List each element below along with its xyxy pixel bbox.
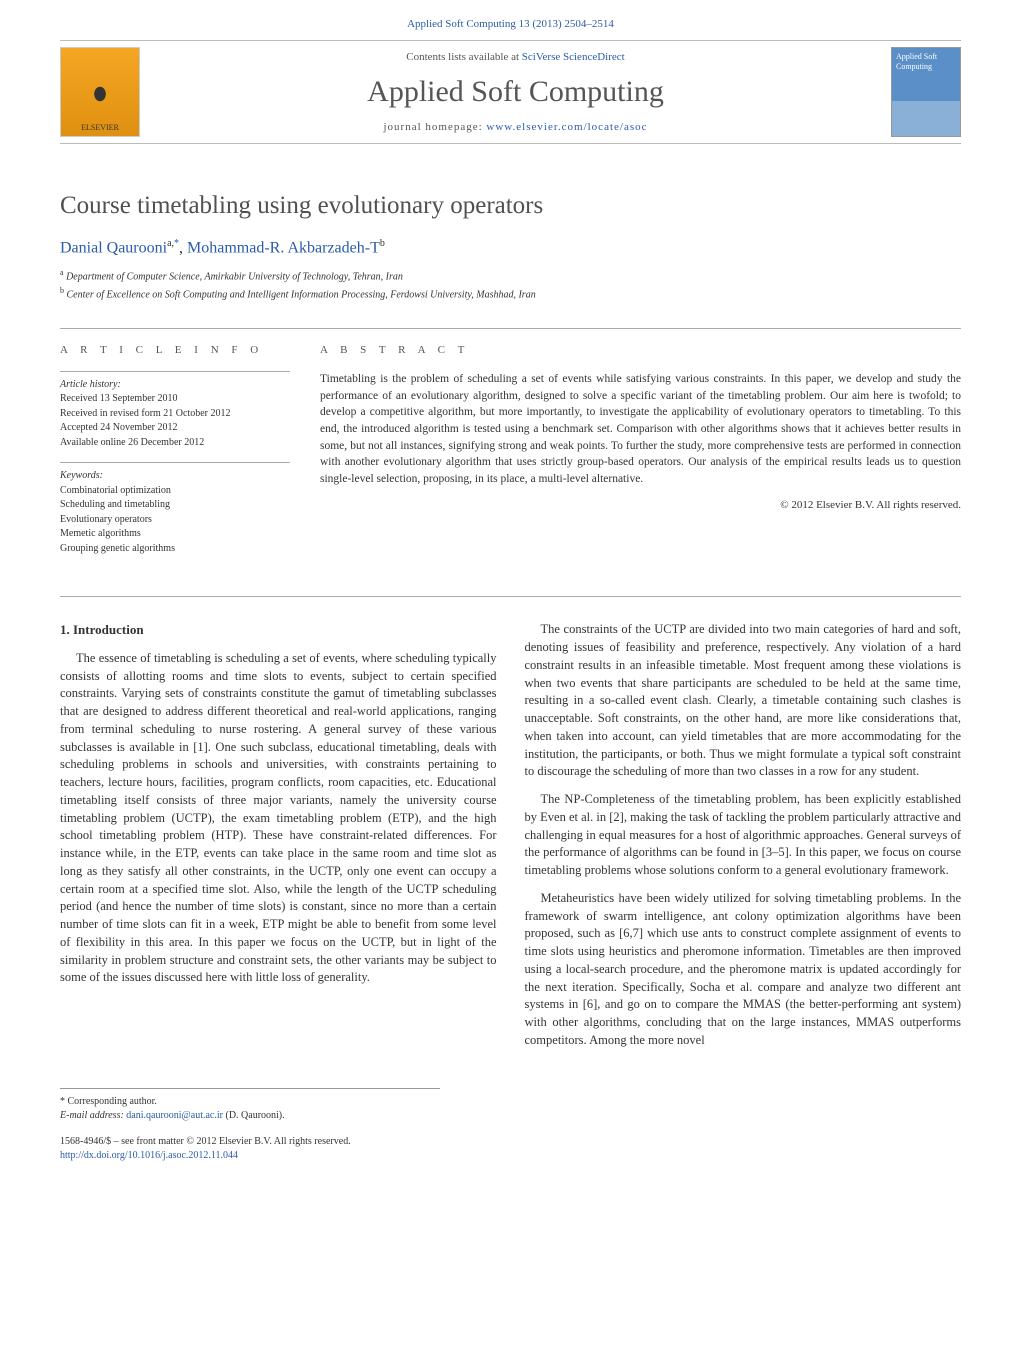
- email-line: E-mail address: dani.qaurooni@aut.ac.ir …: [60, 1109, 440, 1123]
- intro-paragraph-4: Metaheuristics have been widely utilized…: [525, 890, 962, 1050]
- article-info-heading: a r t i c l e i n f o: [60, 343, 290, 359]
- cover-text: Applied Soft Computing: [896, 52, 937, 71]
- contents-line: Contents lists available at SciVerse Sci…: [140, 51, 891, 63]
- affiliations: a Department of Computer Science, Amirka…: [60, 267, 961, 302]
- intro-paragraph-3: The NP-Completeness of the timetabling p…: [525, 791, 962, 880]
- journal-homepage-link[interactable]: www.elsevier.com/locate/asoc: [486, 121, 647, 133]
- author-2-link[interactable]: Mohammad-R. Akbarzadeh-T: [187, 239, 380, 256]
- intro-paragraph-2: The constraints of the UCTP are divided …: [525, 621, 962, 781]
- received-date: Received 13 September 2010: [60, 393, 177, 404]
- affil-b-text: Center of Excellence on Soft Computing a…: [64, 289, 536, 300]
- keyword-2: Scheduling and timetabling: [60, 499, 170, 510]
- author-email-link[interactable]: dani.qaurooni@aut.ac.ir: [126, 1110, 223, 1121]
- keyword-5: Grouping genetic algorithms: [60, 543, 175, 554]
- email-label: E-mail address:: [60, 1110, 126, 1121]
- journal-banner: ELSEVIER Contents lists available at Sci…: [60, 40, 961, 144]
- footnotes: * Corresponding author. E-mail address: …: [60, 1088, 440, 1123]
- journal-name: Applied Soft Computing: [140, 75, 891, 109]
- info-abstract-row: a r t i c l e i n f o Article history: R…: [60, 328, 961, 568]
- intro-paragraph-1: The essence of timetabling is scheduling…: [60, 650, 497, 987]
- issn-copyright-line: 1568-4946/$ – see front matter © 2012 El…: [60, 1135, 961, 1149]
- authors-line: Danial Qauroonia,*, Mohammad-R. Akbarzad…: [60, 238, 961, 257]
- column-right: The constraints of the UCTP are divided …: [525, 621, 962, 1059]
- journal-cover-thumbnail: Applied Soft Computing: [891, 47, 961, 137]
- sciencedirect-link[interactable]: SciVerse ScienceDirect: [522, 51, 625, 63]
- affiliation-b: b Center of Excellence on Soft Computing…: [60, 285, 961, 302]
- author-1-link[interactable]: Danial Qaurooni: [60, 239, 167, 256]
- journal-homepage-line: journal homepage: www.elsevier.com/locat…: [140, 121, 891, 133]
- keywords-block: Keywords: Combinatorial optimization Sch…: [60, 462, 290, 556]
- corresponding-author-note: * Corresponding author.: [60, 1095, 440, 1109]
- citation-link[interactable]: Applied Soft Computing 13 (2013) 2504–25…: [407, 18, 614, 30]
- history-label: Article history:: [60, 379, 121, 390]
- abstract-copyright: © 2012 Elsevier B.V. All rights reserved…: [320, 498, 961, 514]
- author-separator: ,: [179, 239, 187, 256]
- header-citation: Applied Soft Computing 13 (2013) 2504–25…: [0, 0, 1021, 40]
- footer-meta: 1568-4946/$ – see front matter © 2012 El…: [60, 1135, 961, 1163]
- publisher-name: ELSEVIER: [81, 123, 119, 132]
- body-columns: 1. Introduction The essence of timetabli…: [60, 621, 961, 1059]
- section-divider: [60, 596, 961, 597]
- email-author-name: (D. Qaurooni).: [223, 1110, 285, 1121]
- revised-date: Received in revised form 21 October 2012: [60, 408, 231, 419]
- online-date: Available online 26 December 2012: [60, 437, 204, 448]
- author-1-affil-sup: a,: [167, 238, 174, 249]
- abstract-block: a b s t r a c t Timetabling is the probl…: [320, 343, 961, 568]
- doi-link[interactable]: http://dx.doi.org/10.1016/j.asoc.2012.11…: [60, 1150, 238, 1161]
- keyword-1: Combinatorial optimization: [60, 485, 171, 496]
- keyword-3: Evolutionary operators: [60, 514, 152, 525]
- affil-a-text: Department of Computer Science, Amirkabi…: [64, 272, 403, 283]
- elsevier-tree-icon: [80, 69, 120, 119]
- affiliation-a: a Department of Computer Science, Amirka…: [60, 267, 961, 284]
- author-2-affil-sup: b: [380, 238, 385, 249]
- publisher-logo: ELSEVIER: [60, 47, 140, 137]
- accepted-date: Accepted 24 November 2012: [60, 422, 177, 433]
- banner-center: Contents lists available at SciVerse Sci…: [140, 51, 891, 133]
- keywords-label: Keywords:: [60, 470, 103, 481]
- abstract-heading: a b s t r a c t: [320, 343, 961, 359]
- keyword-4: Memetic algorithms: [60, 528, 141, 539]
- section-1-heading: 1. Introduction: [60, 621, 497, 639]
- article-info-block: a r t i c l e i n f o Article history: R…: [60, 343, 290, 568]
- column-left: 1. Introduction The essence of timetabli…: [60, 621, 497, 1059]
- homepage-prefix: journal homepage:: [384, 121, 487, 133]
- abstract-text: Timetabling is the problem of scheduling…: [320, 371, 961, 488]
- article-history-block: Article history: Received 13 September 2…: [60, 371, 290, 451]
- contents-prefix: Contents lists available at: [406, 51, 521, 63]
- article-title: Course timetabling using evolutionary op…: [60, 192, 961, 220]
